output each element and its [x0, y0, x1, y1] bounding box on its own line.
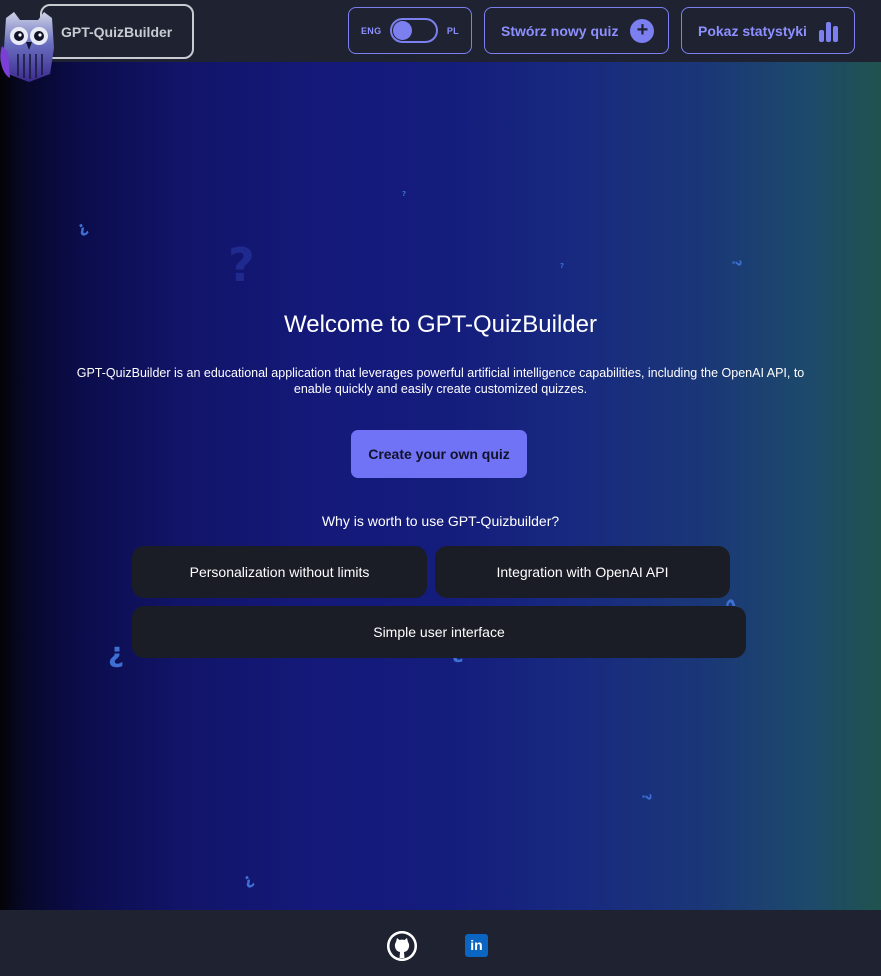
feature-label: Integration with OpenAI API	[496, 564, 669, 580]
lang-eng-label: ENG	[361, 25, 382, 36]
linkedin-glyph: in	[470, 937, 483, 953]
create-quiz-button[interactable]: Create your own quiz	[351, 430, 527, 478]
page-title: Welcome to GPT-QuizBuilder	[284, 311, 597, 338]
question-mark-decoration-icon: ?	[402, 190, 407, 198]
plus-circle-icon: +	[630, 18, 655, 43]
language-toggle[interactable]	[390, 18, 439, 43]
question-mark-decoration-icon: ?	[108, 640, 125, 673]
lang-pl-label: PL	[446, 25, 459, 36]
create-quiz-nav-button[interactable]: Stwórz nowy quiz +	[484, 7, 669, 54]
feature-label: Personalization without limits	[189, 564, 370, 580]
question-mark-decoration-icon: ?	[639, 793, 654, 801]
feature-card-personalization: Personalization without limits	[132, 546, 427, 598]
feature-label: Simple user interface	[373, 624, 505, 640]
toggle-knob	[393, 21, 413, 40]
header: GPT-QuizBuilder ENG PL Stwórz nowy quiz …	[0, 0, 881, 82]
create-quiz-nav-label: Stwórz nowy quiz	[501, 22, 619, 39]
intro-text: GPT-QuizBuilder is an educational applic…	[76, 366, 805, 396]
linkedin-icon[interactable]: in	[465, 934, 488, 957]
question-mark-decoration-icon: ?	[73, 218, 92, 241]
question-mark-decoration-icon: ?	[729, 259, 744, 267]
question-mark-decoration-icon: ?	[228, 238, 255, 292]
feature-card-simple-ui: Simple user interface	[132, 606, 746, 658]
why-heading: Why is worth to use GPT-Quizbuilder?	[321, 513, 560, 529]
brand-button[interactable]: GPT-QuizBuilder	[40, 4, 194, 59]
feature-card-openai-integration: Integration with OpenAI API	[435, 546, 730, 598]
language-switcher[interactable]: ENG PL	[348, 7, 472, 54]
create-quiz-button-label: Create your own quiz	[368, 446, 510, 462]
bar-chart-icon	[818, 20, 838, 42]
question-mark-decoration-icon: ?	[560, 262, 565, 270]
question-mark-decoration-icon: ?	[239, 870, 258, 893]
show-stats-button[interactable]: Pokaz statystyki	[681, 7, 855, 54]
brand-label: GPT-QuizBuilder	[61, 23, 173, 40]
footer: in	[0, 910, 881, 976]
show-stats-label: Pokaz statystyki	[698, 22, 807, 39]
github-icon[interactable]	[387, 931, 417, 961]
hero-section: ? ? ? ? ? ? ? ? ? ? Welcome to GPT-QuizB…	[0, 62, 881, 910]
owl-logo-icon[interactable]	[0, 8, 58, 84]
